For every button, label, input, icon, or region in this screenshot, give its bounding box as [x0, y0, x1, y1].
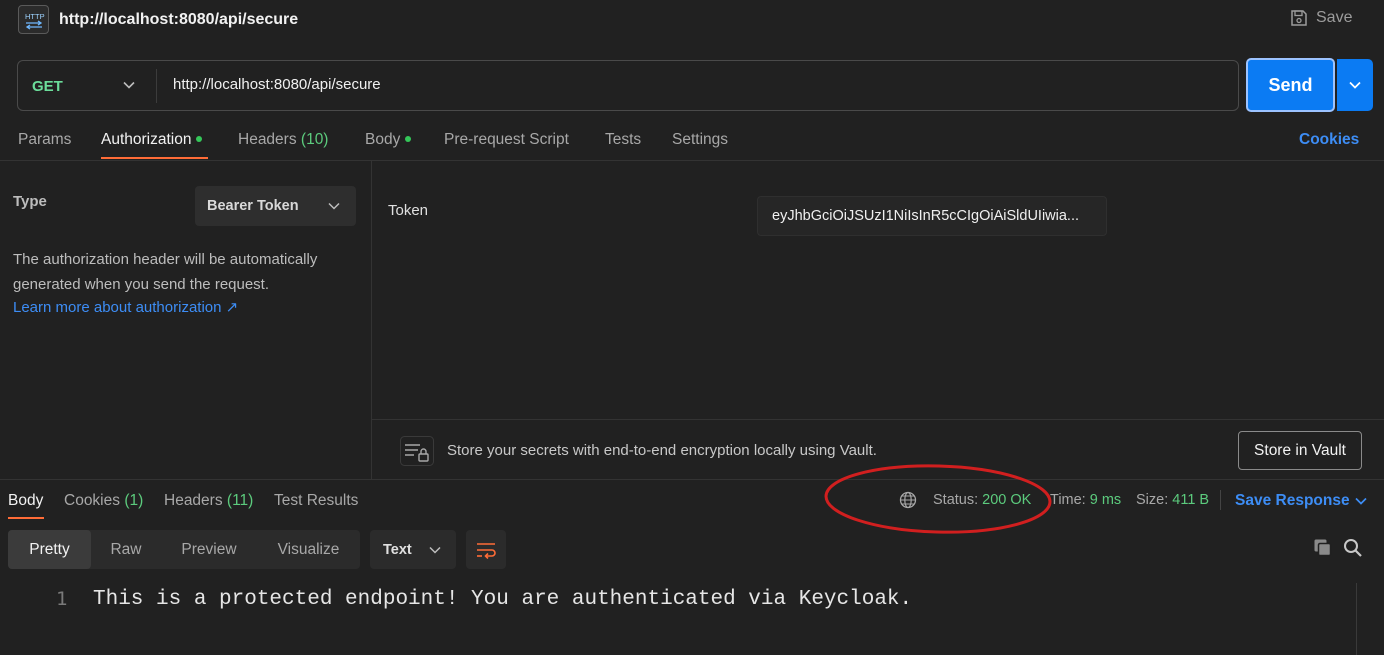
response-body-line: This is a protected endpoint! You are au… [93, 588, 913, 611]
tab-label: Headers [164, 492, 223, 509]
active-tab-indicator [101, 157, 208, 159]
wrap-lines-button[interactable] [466, 530, 506, 569]
response-tab-headers[interactable]: Headers (11) [164, 492, 253, 510]
response-tab-test-results[interactable]: Test Results [274, 492, 358, 510]
save-button[interactable]: Save [1290, 9, 1352, 27]
url-bar: GET http://localhost:8080/api/secure [17, 60, 1239, 111]
tab-tests[interactable]: Tests [605, 131, 641, 149]
url-input[interactable]: http://localhost:8080/api/secure [173, 76, 381, 93]
line-number: 1 [56, 588, 68, 610]
size-label: Size: [1136, 492, 1169, 508]
learn-more-link[interactable]: Learn more about authorization ↗ [13, 298, 238, 316]
response-time[interactable]: Time: 9 ms [1050, 492, 1121, 508]
store-in-vault-button[interactable]: Store in Vault [1238, 431, 1362, 470]
tab-pre-request-script[interactable]: Pre-request Script [444, 131, 569, 149]
tab-params[interactable]: Params [18, 131, 71, 149]
chevron-down-icon [1349, 81, 1361, 89]
view-visualize[interactable]: Visualize [257, 530, 360, 569]
active-tab-indicator [8, 517, 44, 519]
method-select[interactable]: GET [32, 78, 63, 95]
request-title[interactable]: http://localhost:8080/api/secure [59, 11, 298, 29]
vault-message: Store your secrets with end-to-end encry… [447, 442, 877, 459]
send-button[interactable]: Send [1246, 58, 1335, 112]
chevron-down-icon [429, 546, 441, 554]
vault-icon [400, 436, 434, 466]
view-preview[interactable]: Preview [161, 530, 257, 569]
view-pretty[interactable]: Pretty [8, 530, 91, 569]
divider [156, 69, 157, 103]
view-raw[interactable]: Raw [91, 530, 161, 569]
auth-type-label: Type [13, 193, 47, 210]
tab-body[interactable]: Body [365, 131, 412, 149]
time-value: 9 ms [1089, 492, 1122, 508]
active-dot [405, 136, 412, 142]
format-select[interactable]: Text [370, 530, 456, 569]
tab-label: Body [365, 131, 401, 148]
divider [1220, 490, 1221, 510]
http-request-icon: HTTP [18, 5, 49, 34]
divider [0, 479, 1384, 480]
scrollbar[interactable] [1356, 583, 1357, 655]
chevron-down-icon[interactable] [1354, 494, 1368, 508]
tab-label: Authorization [101, 131, 192, 148]
format-value: Text [383, 542, 412, 558]
chevron-down-icon [328, 202, 340, 210]
headers-count: (11) [226, 492, 254, 509]
wrap-lines-icon [477, 542, 496, 559]
headers-count: (10) [300, 131, 329, 148]
tab-label: Headers [238, 131, 297, 148]
token-label: Token [388, 202, 429, 219]
auth-type-value: Bearer Token [207, 198, 299, 214]
tab-headers[interactable]: Headers (10) [238, 131, 328, 149]
annotation-ellipse [824, 464, 1052, 534]
token-value: eyJhbGciOiJSUzI1NiIsInR5cCIgOiAiSldUIiwi… [772, 208, 1080, 224]
copy-icon[interactable] [1313, 538, 1333, 558]
active-dot [196, 136, 203, 142]
cookies-link[interactable]: Cookies [1299, 131, 1359, 149]
tab-authorization[interactable]: Authorization [101, 131, 203, 149]
auth-type-select[interactable]: Bearer Token [195, 186, 356, 226]
response-tab-body[interactable]: Body [8, 492, 43, 510]
response-size[interactable]: Size: 411 B [1136, 492, 1209, 508]
title-bar: HTTP http://localhost:8080/api/secure Sa… [0, 0, 1384, 42]
tab-label: Cookies [64, 492, 120, 509]
response-tab-cookies[interactable]: Cookies (1) [64, 492, 143, 510]
token-input[interactable]: eyJhbGciOiJSUzI1NiIsInR5cCIgOiAiSldUIiwi… [757, 196, 1107, 236]
chevron-down-icon[interactable] [122, 78, 136, 92]
request-tabs: Params Authorization Headers (10) Body P… [0, 122, 1384, 160]
cookies-count: (1) [124, 492, 144, 509]
http-badge-text: HTTP [25, 12, 45, 21]
auth-description: The authorization header will be automat… [13, 251, 318, 293]
search-icon[interactable] [1343, 538, 1363, 558]
save-label: Save [1316, 9, 1353, 26]
divider [0, 160, 1384, 161]
time-label: Time: [1050, 492, 1086, 508]
save-icon [1291, 10, 1307, 26]
tab-settings[interactable]: Settings [672, 131, 728, 149]
size-value: 411 B [1172, 492, 1210, 508]
send-options-button[interactable] [1337, 59, 1373, 111]
save-response-button[interactable]: Save Response [1235, 492, 1350, 510]
view-mode-selector: Pretty Raw Preview Visualize [8, 530, 360, 569]
